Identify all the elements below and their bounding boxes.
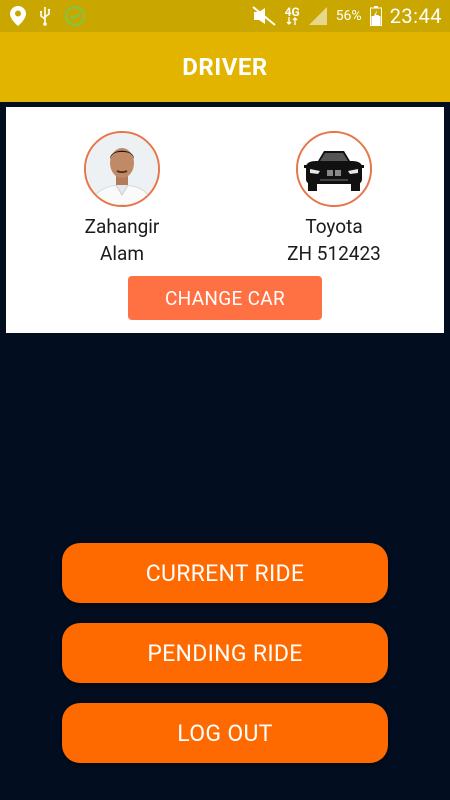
network-4g-icon: 4G bbox=[284, 5, 300, 25]
car-profile: Toyota ZH 512423 bbox=[254, 131, 414, 267]
change-car-button[interactable]: CHANGE CAR bbox=[128, 276, 322, 320]
car-make: Toyota bbox=[305, 215, 363, 238]
driver-name: Zahangir Alam bbox=[85, 213, 160, 267]
network-type-label: 4G bbox=[284, 5, 300, 19]
car-plate: ZH 512423 bbox=[287, 242, 381, 265]
battery-percent: 56% bbox=[335, 8, 362, 24]
status-bar: 4G 56% 23:44 bbox=[0, 0, 450, 32]
battery-charging-icon bbox=[369, 6, 382, 26]
driver-avatar[interactable] bbox=[84, 131, 160, 207]
driver-last-name: Alam bbox=[99, 242, 144, 265]
car-details: Toyota ZH 512423 bbox=[287, 213, 381, 267]
location-pin-icon bbox=[10, 6, 26, 26]
clock: 23:44 bbox=[389, 4, 442, 28]
log-out-button[interactable]: LOG OUT bbox=[62, 703, 388, 763]
driver-photo bbox=[86, 133, 158, 205]
current-ride-button[interactable]: CURRENT RIDE bbox=[62, 543, 388, 603]
pending-ride-button[interactable]: PENDING RIDE bbox=[62, 623, 388, 683]
driver-profile: Zahangir Alam bbox=[42, 131, 202, 267]
app-bar: DRIVER bbox=[0, 32, 450, 102]
driver-first-name: Zahangir bbox=[84, 215, 160, 238]
mute-icon bbox=[251, 6, 277, 26]
car-icon bbox=[298, 133, 370, 205]
car-avatar[interactable] bbox=[296, 131, 372, 207]
driver-info-card: Zahangir Alam Toyota ZH 512423 CHANGE CA… bbox=[6, 107, 444, 333]
page-title: DRIVER bbox=[182, 53, 268, 81]
signal-icon bbox=[308, 6, 328, 26]
check-circle-icon bbox=[64, 5, 86, 27]
usb-icon bbox=[38, 6, 52, 26]
